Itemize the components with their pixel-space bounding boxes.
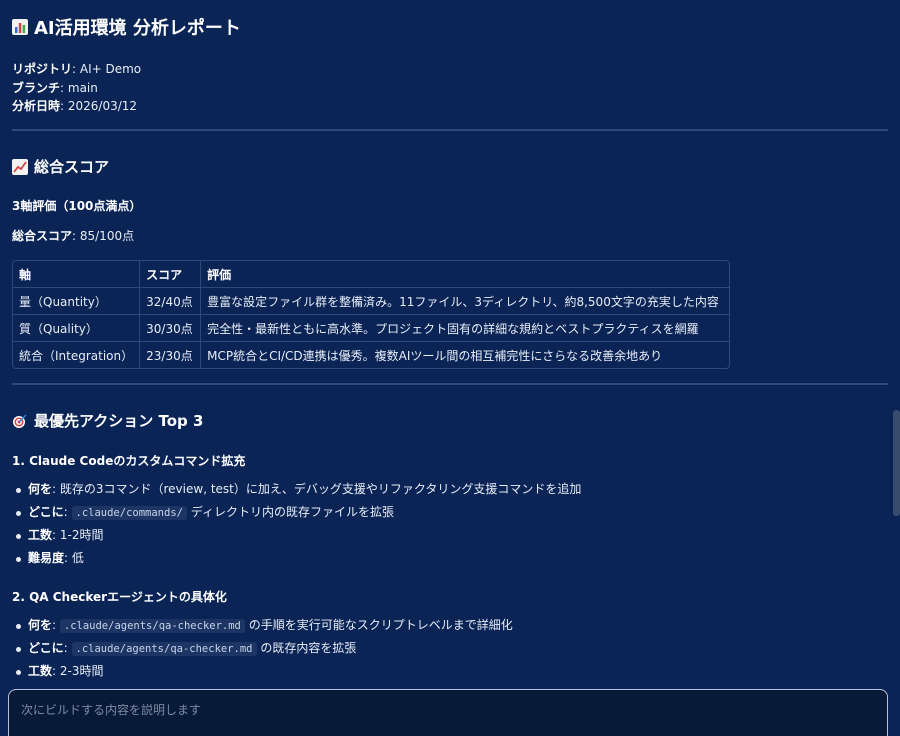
- score-heading-text: 総合スコア: [34, 158, 110, 176]
- path-code: .claude/agents/qa-checker.md: [59, 619, 245, 633]
- table-cell-evaluation: 豊富な設定ファイル群を整備済み。11ファイル、3ディレクトリ、約8,500文字の…: [201, 288, 729, 315]
- table-row: 質（Quality） 30/30点 完全性・最新性ともに高水準。プロジェクト固有…: [13, 315, 729, 342]
- action2-list: 何を: .claude/agents/qa-checker.md の手順を実行可…: [12, 614, 513, 683]
- total-score-value: : 85/100点: [72, 229, 135, 243]
- total-score-line: 総合スコア: 85/100点: [12, 227, 134, 244]
- divider: [12, 129, 888, 131]
- date-label: 分析日時: [12, 99, 61, 113]
- table-cell-score: 30/30点: [140, 315, 202, 342]
- prompt-input[interactable]: [19, 702, 863, 718]
- divider: [12, 383, 888, 385]
- actions-heading-text: 最優先アクション Top 3: [34, 412, 204, 430]
- where-text: の既存内容を拡張: [256, 641, 357, 655]
- table-cell-evaluation: MCP統合とCI/CD連携は優秀。複数AIツール間の相互補完性にさらなる改善余地…: [207, 348, 663, 363]
- table-header-row: 軸 スコア 評価: [13, 261, 729, 288]
- scrollbar-thumb[interactable]: [893, 410, 900, 516]
- branch-value: : main: [60, 81, 98, 95]
- branch-label: ブランチ: [12, 81, 61, 95]
- score-table: 軸 スコア 評価 量（Quantity） 32/40点 豊富な設定ファイル群を整…: [12, 260, 730, 369]
- where-text: ディレクトリ内の既存ファイルを拡張: [186, 505, 394, 519]
- path-code: .claude/commands/: [71, 506, 187, 520]
- effort-text: : 1-2時間: [52, 528, 104, 542]
- table-row: 量（Quantity） 32/40点 豊富な設定ファイル群を整備済み。11ファイ…: [13, 288, 729, 315]
- score-heading: 総合スコア: [12, 156, 109, 177]
- branch-line: ブランチ: main: [12, 79, 98, 96]
- table-row: 統合（Integration） 23/30点 MCP統合とCI/CD連携は優秀。…: [13, 342, 729, 368]
- path-code: .claude/agents/qa-checker.md: [71, 642, 257, 656]
- table-cell-axis: 統合（Integration）: [13, 342, 141, 368]
- table-header-score: スコア: [140, 261, 202, 288]
- table-header-evaluation: 評価: [201, 261, 729, 288]
- list-item: どこに: .claude/agents/qa-checker.md の既存内容を…: [12, 637, 513, 660]
- action1-list: 何を: 既存の3コマンド（review, test）に加え、デバッグ支援やリファ…: [12, 478, 581, 570]
- date-value: : 2026/03/12: [60, 99, 138, 113]
- list-item: 難易度: 低: [12, 547, 581, 570]
- actions-heading: 最優先アクション Top 3: [12, 410, 203, 431]
- repo-label: リポジトリ: [12, 62, 73, 76]
- what-label: 何を: [28, 482, 53, 496]
- where-label: どこに: [28, 505, 64, 519]
- table-cell-evaluation: 完全性・最新性ともに高水準。プロジェクト固有の詳細な規約とベストプラクティスを網…: [201, 315, 729, 342]
- effort-label: 工数: [28, 528, 53, 542]
- repo-line: リポジトリ: AI+ Demo: [12, 60, 141, 77]
- date-line: 分析日時: 2026/03/12: [12, 97, 137, 114]
- effort-label: 工数: [28, 664, 53, 678]
- prompt-input-box[interactable]: [8, 689, 888, 736]
- difficulty-label: 難易度: [28, 551, 65, 565]
- difficulty-text: : 低: [64, 551, 84, 565]
- what-label: 何を: [28, 618, 53, 632]
- score-subheading: 3軸評価（100点満点）: [12, 199, 142, 213]
- list-item: 工数: 1-2時間: [12, 524, 581, 547]
- bar-chart-icon: [12, 19, 28, 35]
- separator: :: [52, 618, 60, 632]
- page-title: AI活用環境 分析レポート: [12, 14, 241, 40]
- target-icon: [12, 413, 28, 429]
- list-item: どこに: .claude/commands/ ディレクトリ内の既存ファイルを拡張: [12, 501, 581, 524]
- separator: :: [63, 641, 72, 655]
- table-cell-axis: 質（Quality）: [13, 315, 141, 342]
- table-cell-score: 32/40点: [140, 288, 202, 315]
- total-score-label: 総合スコア: [12, 229, 73, 243]
- table-header-axis: 軸: [13, 261, 141, 288]
- what-text: の手順を実行可能なスクリプトレベルまで詳細化: [244, 618, 513, 632]
- list-item: 何を: 既存の3コマンド（review, test）に加え、デバッグ支援やリファ…: [12, 478, 581, 501]
- list-item: 工数: 2-3時間: [12, 660, 513, 683]
- table-cell-axis: 量（Quantity）: [13, 288, 141, 315]
- separator: :: [63, 505, 72, 519]
- what-text: : 既存の3コマンド（review, test）に加え、デバッグ支援やリファクタ…: [52, 482, 582, 496]
- repo-value: : AI+ Demo: [72, 62, 142, 76]
- report-page: AI活用環境 分析レポート リポジトリ: AI+ Demo ブランチ: main…: [0, 0, 900, 736]
- list-item: 何を: .claude/agents/qa-checker.md の手順を実行可…: [12, 614, 513, 637]
- trend-chart-icon: [12, 158, 28, 175]
- where-label: どこに: [28, 641, 64, 655]
- action2-title: 2. QA Checkerエージェントの具体化: [12, 590, 227, 604]
- action1-title: 1. Claude Codeのカスタムコマンド拡充: [12, 454, 246, 468]
- table-cell-score: 23/30点: [140, 342, 202, 368]
- effort-text: : 2-3時間: [52, 664, 104, 678]
- page-title-text: AI活用環境 分析レポート: [34, 18, 241, 39]
